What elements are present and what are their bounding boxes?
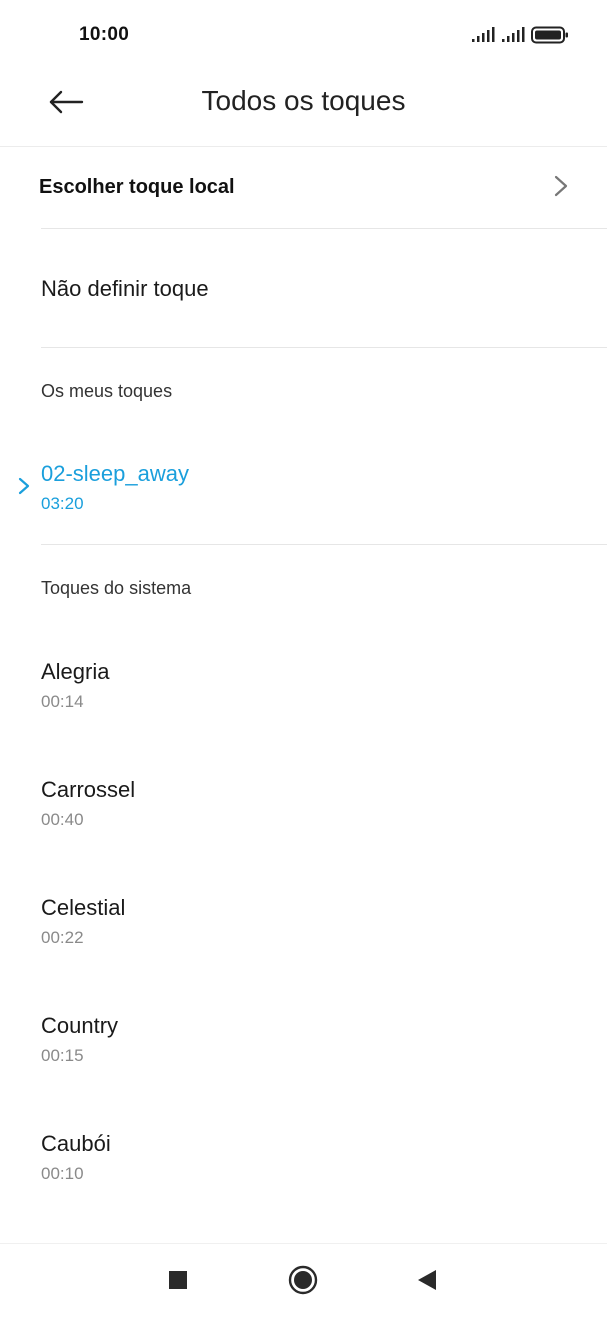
home-circle-icon [288,1265,318,1295]
system-back-button[interactable] [407,1264,447,1296]
home-button[interactable] [283,1264,323,1296]
tone-duration: 00:10 [41,1164,84,1183]
tone-name: Alegria [41,659,110,684]
page-title: Todos os toques [201,85,406,116]
tone-duration: 00:22 [41,928,84,947]
tone-duration: 03:20 [41,494,84,513]
tone-duration: 00:14 [41,692,84,711]
divider [41,544,607,545]
tone-name: Caubói [41,1131,111,1156]
recents-button[interactable] [158,1264,198,1296]
status-time: 10:00 [79,24,130,45]
tone-row-country[interactable]: Country 00:15 [0,1013,607,1113]
tone-row-celestial[interactable]: Celestial 00:22 [0,895,607,995]
choose-local-ringtone-row[interactable]: Escolher toque local [0,147,607,228]
no-ringtone-label: Não definir toque [41,276,209,301]
app-header: Todos os toques [0,70,607,147]
tone-row-cauboi[interactable]: Caubói 00:10 [0,1131,607,1231]
battery-icon [531,26,568,44]
selected-chevron-icon [18,477,30,495]
status-icons [471,26,569,44]
chevron-right-icon [554,175,568,197]
tone-name: 02-sleep_away [41,461,189,486]
tone-name: Carrossel [41,777,136,802]
my-tones-section-header: Os meus toques [41,381,173,401]
tone-duration: 00:15 [41,1046,84,1065]
tone-row-carrossel[interactable]: Carrossel 00:40 [0,777,607,877]
signal-icon [502,27,525,42]
system-navigation-bar [0,1243,607,1317]
tone-duration: 00:40 [41,810,84,829]
status-bar: 10:00 [0,0,607,70]
system-tones-section-header: Toques do sistema [41,578,192,598]
no-ringtone-row[interactable]: Não definir toque [0,229,607,347]
tone-row-alegria[interactable]: Alegria 00:14 [0,659,607,759]
choose-local-ringtone-label: Escolher toque local [39,176,235,198]
back-triangle-icon [418,1270,436,1290]
recents-square-icon [169,1271,187,1289]
signal-icon [472,27,495,42]
tone-row-02-sleep-away[interactable]: 02-sleep_away 03:20 [0,461,607,561]
tone-name: Celestial [41,895,126,920]
divider [41,347,607,348]
tone-name: Country [41,1013,119,1038]
